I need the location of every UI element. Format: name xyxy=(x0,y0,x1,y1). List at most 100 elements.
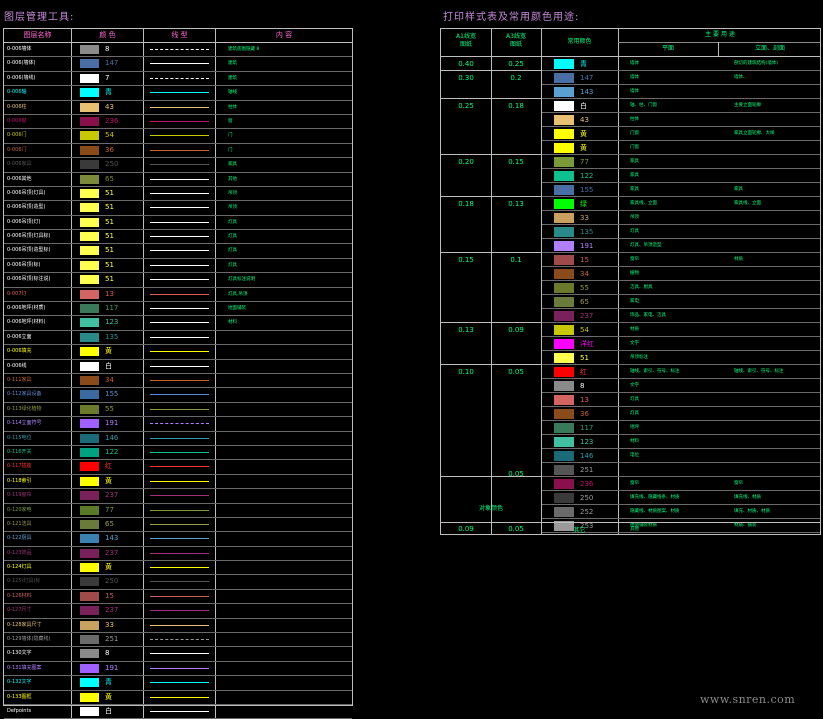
layer-row[interactable]: 0-006吊顶(灯具标) 51 灯具 xyxy=(4,230,352,245)
layer-row[interactable]: 0-006柱 43 柱体 xyxy=(4,100,352,115)
color-swatch xyxy=(554,339,574,349)
layer-row[interactable]: 0-006填充 黄 xyxy=(4,345,352,360)
color-usage-row[interactable]: 34 植物 xyxy=(542,267,820,281)
color-swatch xyxy=(554,395,574,405)
layer-color-cell: 191 xyxy=(72,417,144,431)
layer-row[interactable]: 0-006(墙体) 147 建筑 xyxy=(4,57,352,72)
color-swatch xyxy=(554,507,574,517)
linetype-sample xyxy=(150,495,209,497)
color-usage-row[interactable]: 122 家具 xyxy=(542,169,820,183)
color-usage-row[interactable]: 43 柱体 xyxy=(542,113,820,127)
color-usage-row[interactable]: 36 灯具 xyxy=(542,407,820,421)
color-usage-row[interactable]: 250 填充线、隐藏线条、材质 填充线、材质 xyxy=(542,491,820,505)
layer-row[interactable]: 0-129墙体(隐藏线) 251 xyxy=(4,633,352,648)
layer-row[interactable]: 0-119窗帘 237 xyxy=(4,489,352,504)
layer-row[interactable]: 0-127尺寸 237 xyxy=(4,604,352,619)
color-usage-row[interactable]: 51 吊顶标注 xyxy=(542,351,820,365)
layer-row[interactable]: 0-124灯具 黄 xyxy=(4,561,352,576)
layer-note: 灯具标注说明 xyxy=(228,277,255,283)
layer-row[interactable]: 0-006墙体 8 建筑底图隐藏 8 xyxy=(4,43,352,58)
color-usage-row[interactable]: 65 家电 xyxy=(542,295,820,309)
layer-row[interactable]: 0-117插座 红 xyxy=(4,460,352,475)
layer-color-cell: 117 xyxy=(72,302,144,316)
elevation-usage: 剖切的建筑结构(墙体) xyxy=(734,61,779,66)
layer-name: 0-006墙体 xyxy=(4,43,72,57)
layer-name: 0-006门 xyxy=(4,143,72,158)
layer-row[interactable]: 0-006立面 135 xyxy=(4,330,352,346)
color-usage-row[interactable]: 252 隐藏线、材质图案、材质 填充、材质、材质 xyxy=(542,505,820,519)
color-usage-row[interactable]: 55 洁具、厨具 xyxy=(542,281,820,295)
layer-row[interactable]: 0-116开关 122 xyxy=(4,445,352,461)
layer-row[interactable]: 0-006轴 青 轴线 xyxy=(4,86,352,101)
layer-note xyxy=(216,475,352,488)
layer-row[interactable]: 0-006门 54 门 xyxy=(4,129,352,144)
layer-row[interactable]: 0-120家电 77 xyxy=(4,503,352,518)
color-usage-row[interactable]: 33 吊顶 xyxy=(542,211,820,225)
layer-row[interactable]: 0-006门 36 门 xyxy=(4,143,352,159)
color-usage-row[interactable]: 黄 门窗 家具立面轮廓、大样 xyxy=(542,127,820,141)
layer-row[interactable]: 0-006吊顶(灯) 51 灯具 xyxy=(4,215,352,231)
color-usage-row[interactable]: 155 家具 家具 xyxy=(542,183,820,197)
color-usage-row[interactable]: 135 灯具 xyxy=(542,225,820,239)
color-usage-row[interactable]: 191 灯具、吊顶造型 xyxy=(542,239,820,253)
layer-row[interactable]: 0-123饰品 237 xyxy=(4,546,352,562)
layer-row[interactable]: 0-121洁具 65 xyxy=(4,517,352,533)
color-index: 147 xyxy=(105,59,119,68)
color-swatch xyxy=(80,534,99,544)
layer-row[interactable]: 0-130文字 8 xyxy=(4,647,352,662)
layer-row[interactable]: 0-006地坪(材料) 123 材料 xyxy=(4,316,352,331)
layer-row[interactable]: 0-006吊顶(标注说) 51 灯具标注说明 xyxy=(4,273,352,288)
color-usage-row[interactable]: 54 材质 xyxy=(542,323,820,337)
color-index: 43 xyxy=(105,102,114,111)
layer-row[interactable]: 0-131填充图案 191 xyxy=(4,661,352,677)
layer-row[interactable]: 0-128家具尺寸 33 xyxy=(4,618,352,634)
layer-row[interactable]: 0-006(墙线) 7 建筑 xyxy=(4,71,352,87)
color-index: 黄 xyxy=(105,692,112,701)
color-usage-row[interactable]: 143 墙体 xyxy=(542,85,820,99)
layer-row[interactable]: 0-006吊顶(灯具) 51 吊顶 xyxy=(4,186,352,202)
layer-row[interactable]: 0-007灯 13 灯具,吊顶 xyxy=(4,287,352,303)
color-usage-row[interactable]: 15 窗帘 材质 xyxy=(542,253,820,267)
layer-row[interactable]: 0-132文字 青 xyxy=(4,676,352,691)
color-usage-row[interactable]: 117 地坪 xyxy=(542,421,820,435)
color-usage-row[interactable]: 123 材料 xyxy=(542,435,820,449)
layer-row[interactable]: 0-006吊顶(标) 51 灯具 xyxy=(4,258,352,274)
color-usage-row[interactable]: 黄 门窗 xyxy=(542,141,820,155)
layer-color-cell: 236 xyxy=(72,114,144,129)
linetype-sample xyxy=(150,178,209,180)
layer-row[interactable]: 0-133图框 黄 xyxy=(4,690,352,705)
layer-row[interactable]: 0-006吊顶(造型) 51 吊顶 xyxy=(4,201,352,216)
layer-row[interactable]: 0-125(灯具)标 250 xyxy=(4,575,352,590)
color-usage-row[interactable]: 洋红 文字 xyxy=(542,337,820,351)
layer-row[interactable]: 0-006家具 250 家具 xyxy=(4,158,352,173)
layer-row[interactable]: 0-126材料 15 xyxy=(4,589,352,605)
layer-row[interactable]: 0-111家具 34 xyxy=(4,373,352,389)
layer-row[interactable]: 0-113绿化植物 55 xyxy=(4,402,352,418)
color-usage-row[interactable]: 绿 家具线、立面 家具线、立面 xyxy=(542,197,820,211)
layer-row[interactable]: 0-006吊顶(造型标) 51 灯具 xyxy=(4,244,352,259)
color-usage-row[interactable]: 红 轴线、索引、符号、标注 轴线、索引、符号、标注 xyxy=(542,365,820,379)
layer-row[interactable]: 0-006地坪(材质) 117 地面铺装 xyxy=(4,302,352,317)
layer-row[interactable]: 0-114立面符号 191 xyxy=(4,417,352,432)
layer-color-cell: 65 xyxy=(72,517,144,532)
color-usage-row[interactable]: 251 xyxy=(542,463,820,477)
color-usage-row[interactable]: 13 灯具 xyxy=(542,393,820,407)
color-swatch xyxy=(80,519,99,529)
layer-row[interactable]: 0-122厨具 143 xyxy=(4,532,352,547)
layer-row[interactable]: 0-115电位 146 xyxy=(4,431,352,446)
color-usage-row[interactable]: 236 窗帘 窗帘 xyxy=(542,477,820,491)
color-usage-row[interactable]: 8 文字 xyxy=(542,379,820,393)
layer-row[interactable]: 0-006窗 236 窗 xyxy=(4,114,352,130)
color-usage-row[interactable]: 147 墙体 墙体、 xyxy=(542,71,820,85)
layer-row[interactable]: 0-112家具设备 155 xyxy=(4,388,352,403)
color-usage-row[interactable]: 77 家具 xyxy=(542,155,820,169)
color-usage-row[interactable]: 237 饰品、家电、洁具 xyxy=(542,309,820,323)
layer-row[interactable]: 0-006其他 65 其他 xyxy=(4,172,352,187)
color-swatch xyxy=(80,678,99,688)
color-usage-row[interactable]: 青 墙体 剖切的建筑结构(墙体) xyxy=(542,57,820,71)
layer-row[interactable]: Defpoints 白 xyxy=(4,704,352,719)
color-usage-row[interactable]: 白 轴、柱、门窗 主要立面轮廓 xyxy=(542,99,820,113)
layer-row[interactable]: 0-006线 白 xyxy=(4,359,352,374)
layer-row[interactable]: 0-118索引 黄 xyxy=(4,474,352,490)
color-usage-row[interactable]: 146 电位 xyxy=(542,449,820,463)
